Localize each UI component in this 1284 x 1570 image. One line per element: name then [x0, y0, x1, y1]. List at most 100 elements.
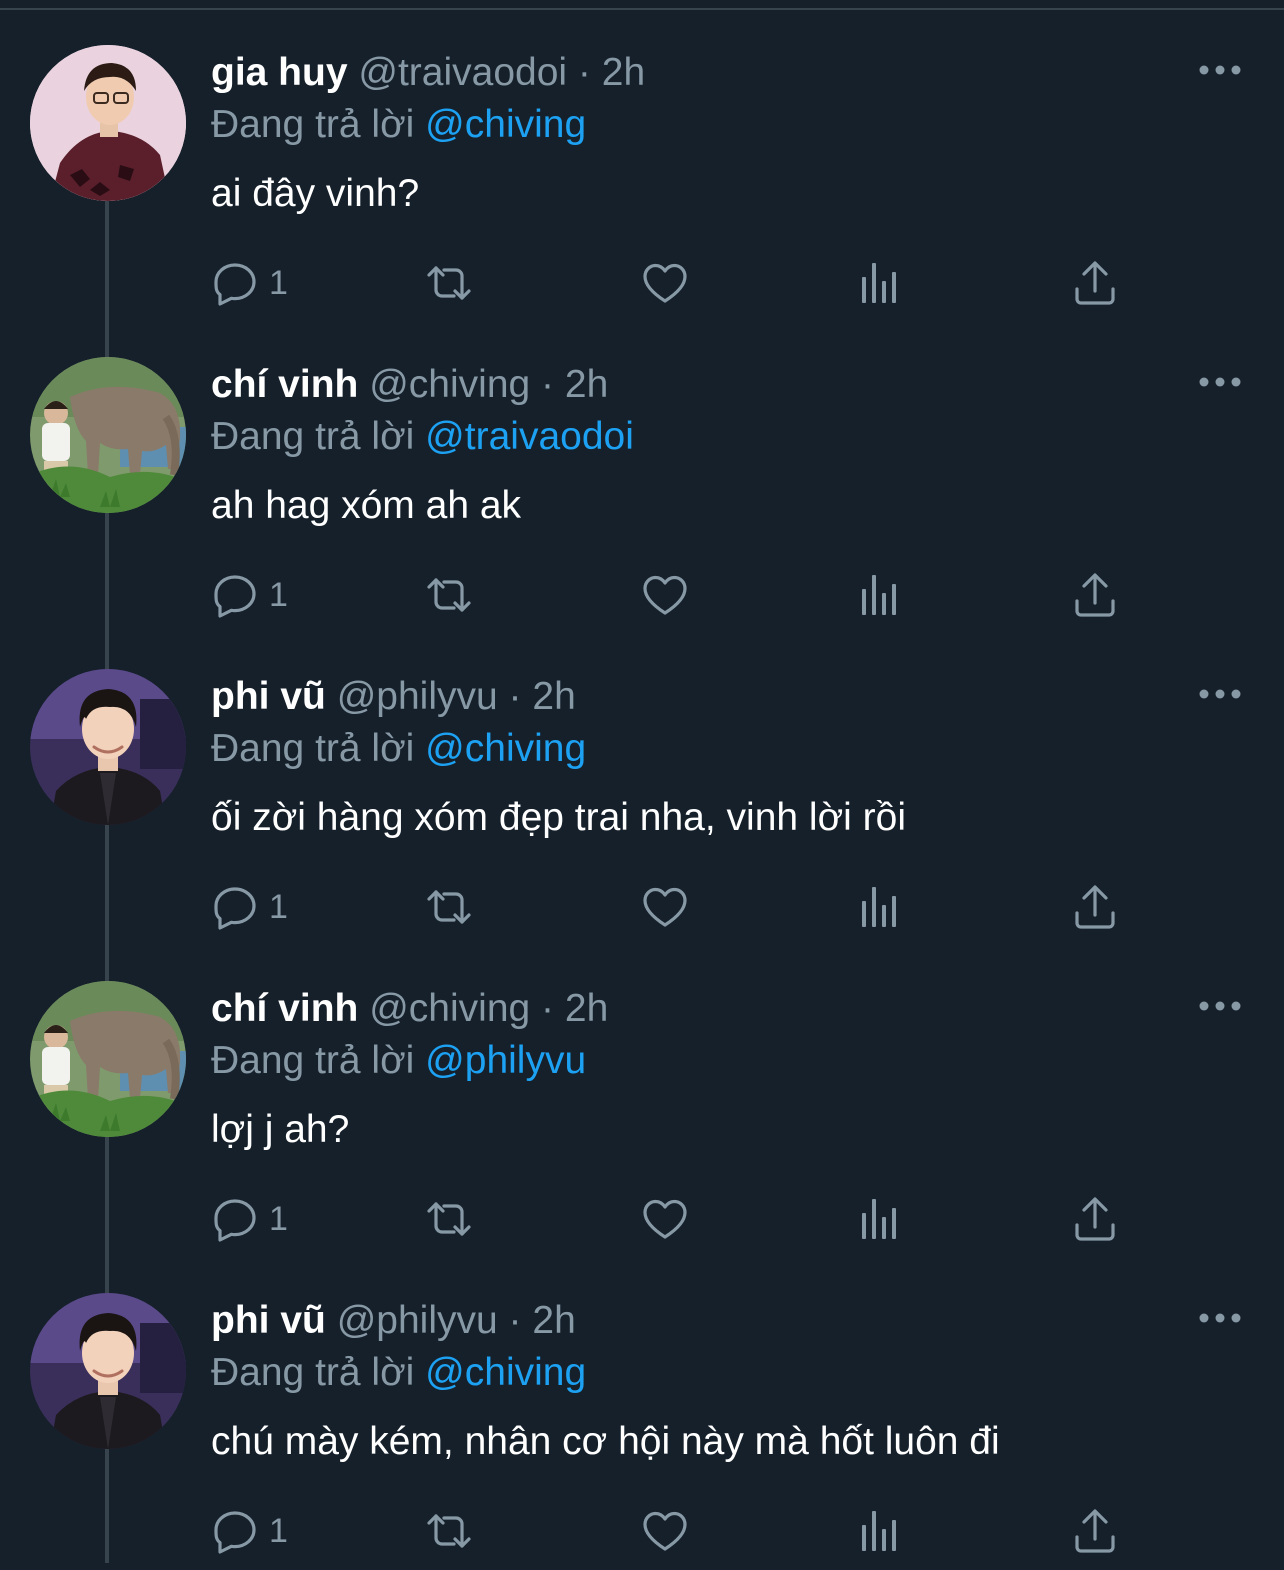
display-name[interactable]: gia huy	[211, 51, 348, 94]
reply-button[interactable]: 1	[211, 570, 288, 620]
speech-bubble-icon	[211, 259, 259, 307]
reply-button[interactable]: 1	[211, 258, 288, 308]
avatar[interactable]	[30, 669, 186, 825]
more-options-button[interactable]	[1196, 370, 1244, 398]
retweet-arrows-icon	[425, 1507, 473, 1555]
ellipsis-icon	[1196, 686, 1244, 707]
bar-chart-icon	[857, 571, 905, 619]
tweet-actions: 1	[211, 1506, 1171, 1556]
upload-share-icon	[1071, 883, 1119, 931]
display-name[interactable]: chí vinh	[211, 363, 358, 406]
timestamp[interactable]: 2h	[565, 363, 608, 406]
user-handle[interactable]: @philyvu	[337, 1299, 498, 1342]
separator-dot: ·	[508, 1299, 522, 1342]
share-button[interactable]	[1071, 258, 1119, 308]
more-options-button[interactable]	[1196, 58, 1244, 86]
tweet[interactable]: chí vinh @chiving · 2h Đang trả lời @trai…	[0, 322, 1284, 634]
share-button[interactable]	[1071, 882, 1119, 932]
share-button[interactable]	[1071, 1506, 1119, 1556]
retweet-arrows-icon	[425, 1195, 473, 1243]
like-button[interactable]	[641, 1506, 689, 1556]
separator-dot: ·	[508, 675, 522, 718]
mention-link[interactable]: @chiving	[425, 727, 586, 770]
separator-dot: ·	[541, 363, 555, 406]
user-handle[interactable]: @traivaodoi	[358, 51, 567, 94]
tweet-header: gia huy @traivaodoi · 2h	[211, 50, 645, 96]
replying-to: Đang trả lời @traivaodoi	[211, 414, 634, 460]
like-button[interactable]	[641, 1194, 689, 1244]
separator-dot: ·	[541, 987, 555, 1030]
reply-count: 1	[269, 888, 288, 926]
tweet[interactable]: gia huy @traivaodoi · 2h Đang trả lời @ch…	[0, 10, 1284, 322]
user-handle[interactable]: @philyvu	[337, 675, 498, 718]
bar-chart-icon	[857, 259, 905, 307]
replying-to: Đang trả lời @chiving	[211, 726, 586, 772]
replying-to-label: Đang trả lời	[211, 727, 415, 770]
mention-link[interactable]: @chiving	[425, 1351, 586, 1394]
bar-chart-icon	[857, 1195, 905, 1243]
like-button[interactable]	[641, 570, 689, 620]
avatar[interactable]	[30, 1293, 186, 1449]
reply-button[interactable]: 1	[211, 1194, 288, 1244]
mention-link[interactable]: @chiving	[425, 103, 586, 146]
avatar[interactable]	[30, 981, 186, 1137]
display-name[interactable]: phi vũ	[211, 1299, 326, 1342]
heart-icon	[641, 883, 689, 931]
heart-icon	[641, 571, 689, 619]
mention-link[interactable]: @traivaodoi	[425, 415, 634, 458]
tweet-text: lợj j ah?	[211, 1108, 350, 1151]
retweet-button[interactable]	[425, 570, 473, 620]
upload-share-icon	[1071, 1507, 1119, 1555]
retweet-button[interactable]	[425, 1194, 473, 1244]
replying-to: Đang trả lời @philyvu	[211, 1038, 586, 1084]
analytics-button[interactable]	[857, 258, 905, 308]
analytics-button[interactable]	[857, 570, 905, 620]
mention-link[interactable]: @philyvu	[425, 1039, 586, 1082]
ellipsis-icon	[1196, 62, 1244, 83]
tweet-actions: 1	[211, 882, 1171, 932]
reply-button[interactable]: 1	[211, 1506, 288, 1556]
reply-count: 1	[269, 576, 288, 614]
timestamp[interactable]: 2h	[532, 675, 575, 718]
speech-bubble-icon	[211, 1507, 259, 1555]
ellipsis-icon	[1196, 374, 1244, 395]
tweet[interactable]: chí vinh @chiving · 2h Đang trả lời @phil…	[0, 946, 1284, 1258]
heart-icon	[641, 1507, 689, 1555]
retweet-button[interactable]	[425, 882, 473, 932]
analytics-button[interactable]	[857, 1506, 905, 1556]
analytics-button[interactable]	[857, 1194, 905, 1244]
retweet-button[interactable]	[425, 258, 473, 308]
timestamp[interactable]: 2h	[602, 51, 645, 94]
heart-icon	[641, 1195, 689, 1243]
avatar[interactable]	[30, 45, 186, 201]
like-button[interactable]	[641, 258, 689, 308]
replying-to: Đang trả lời @chiving	[211, 102, 586, 148]
tweet[interactable]: phi vũ @philyvu · 2h Đang trả lời @chivin…	[0, 1258, 1284, 1570]
tweet-text: ah hag xóm ah ak	[211, 484, 522, 527]
speech-bubble-icon	[211, 1195, 259, 1243]
reply-count: 1	[269, 1200, 288, 1238]
replying-to-label: Đang trả lời	[211, 415, 415, 458]
tweet-header: chí vinh @chiving · 2h	[211, 986, 608, 1032]
reply-button[interactable]: 1	[211, 882, 288, 932]
display-name[interactable]: phi vũ	[211, 675, 326, 718]
more-options-button[interactable]	[1196, 994, 1244, 1022]
timestamp[interactable]: 2h	[532, 1299, 575, 1342]
speech-bubble-icon	[211, 883, 259, 931]
more-options-button[interactable]	[1196, 1306, 1244, 1334]
more-options-button[interactable]	[1196, 682, 1244, 710]
tweet[interactable]: phi vũ @philyvu · 2h Đang trả lời @chivin…	[0, 634, 1284, 946]
tweet-text: chú mày kém, nhân cơ hội này mà hốt luôn…	[211, 1420, 1000, 1463]
upload-share-icon	[1071, 571, 1119, 619]
user-handle[interactable]: @chiving	[369, 363, 530, 406]
analytics-button[interactable]	[857, 882, 905, 932]
tweet-text: ai đây vinh?	[211, 172, 420, 215]
share-button[interactable]	[1071, 1194, 1119, 1244]
timestamp[interactable]: 2h	[565, 987, 608, 1030]
share-button[interactable]	[1071, 570, 1119, 620]
display-name[interactable]: chí vinh	[211, 987, 358, 1030]
avatar[interactable]	[30, 357, 186, 513]
user-handle[interactable]: @chiving	[369, 987, 530, 1030]
like-button[interactable]	[641, 882, 689, 932]
retweet-button[interactable]	[425, 1506, 473, 1556]
